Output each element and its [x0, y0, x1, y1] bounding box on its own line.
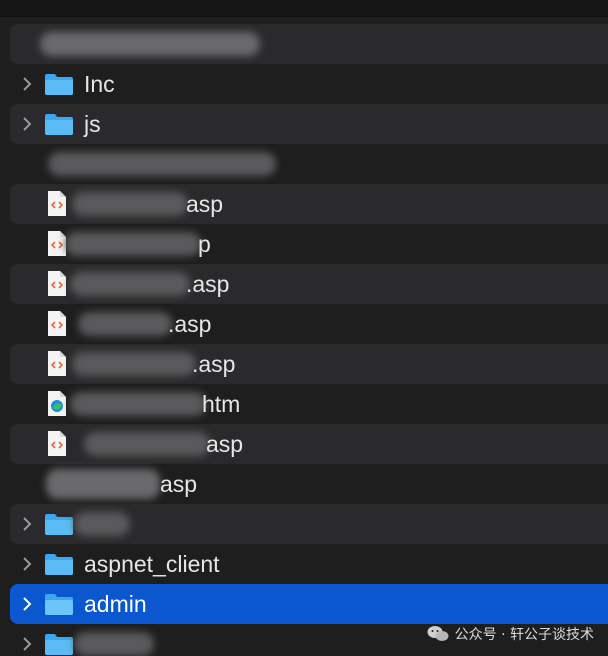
folder-icon	[45, 114, 73, 135]
redacted-name	[65, 232, 201, 256]
chevron-right-icon[interactable]	[20, 556, 34, 572]
file-row[interactable]: htm	[10, 384, 608, 424]
folder-icon	[45, 594, 73, 615]
redacted-name	[84, 432, 210, 456]
folder-row-aspnet-client[interactable]: aspnet_client	[10, 544, 608, 584]
folder-icon	[45, 634, 73, 655]
list-item[interactable]	[10, 24, 608, 64]
file-extension: p	[198, 231, 211, 257]
file-row[interactable]: .asp	[10, 344, 608, 384]
redacted-name	[74, 632, 154, 656]
browser-file-icon	[48, 391, 66, 416]
file-row[interactable]: asp	[10, 464, 608, 504]
folder-row-js[interactable]: js	[10, 104, 608, 144]
redacted-name	[70, 272, 190, 296]
file-row[interactable]: p	[10, 224, 608, 264]
folder-label: Inc	[84, 71, 115, 97]
code-file-icon	[48, 311, 66, 336]
file-extension: asp	[186, 191, 224, 217]
code-file-icon	[48, 351, 66, 376]
wechat-icon	[427, 626, 449, 641]
folder-icon	[45, 74, 73, 95]
code-file-icon	[48, 191, 66, 216]
redacted-name	[74, 512, 130, 536]
folder-label: js	[84, 111, 101, 137]
file-extension: asp	[160, 471, 198, 497]
file-list[interactable]: Inc js asp p .asp .asp .asp htm asp asp …	[0, 24, 608, 656]
file-extension: .asp	[168, 311, 212, 337]
title-bar	[0, 0, 608, 17]
redacted-name	[78, 312, 172, 336]
chevron-right-icon[interactable]	[20, 596, 34, 612]
code-file-icon	[48, 231, 66, 256]
file-row[interactable]: asp	[10, 184, 608, 224]
file-row[interactable]: .asp	[10, 264, 608, 304]
redacted-name	[46, 469, 160, 499]
code-file-icon	[48, 431, 66, 456]
folder-row-admin[interactable]: admin	[10, 584, 608, 624]
code-file-icon	[48, 271, 66, 296]
watermark: 公众号 · 轩公子谈技术	[427, 624, 594, 644]
watermark-text: 公众号 · 轩公子谈技术	[454, 627, 594, 643]
file-extension: .asp	[192, 351, 236, 377]
folder-label: admin	[84, 591, 147, 617]
chevron-right-icon[interactable]	[20, 116, 34, 132]
folder-icon	[45, 514, 73, 535]
finder-window: Inc js asp p .asp .asp .asp htm asp asp …	[0, 0, 608, 656]
list-item[interactable]	[10, 144, 608, 184]
redacted-name	[48, 152, 276, 176]
file-row[interactable]: .asp	[10, 304, 608, 344]
redacted-name	[40, 32, 260, 56]
folder-row[interactable]	[10, 504, 608, 544]
folder-label: aspnet_client	[84, 551, 220, 577]
chevron-right-icon[interactable]	[20, 76, 34, 92]
folder-row-inc[interactable]: Inc	[10, 64, 608, 104]
chevron-right-icon[interactable]	[20, 636, 34, 652]
redacted-name	[72, 192, 188, 216]
redacted-name	[72, 352, 196, 376]
chevron-right-icon[interactable]	[20, 516, 34, 532]
file-extension: htm	[202, 391, 241, 417]
folder-icon	[45, 554, 73, 575]
file-extension: .asp	[186, 271, 230, 297]
file-extension: asp	[206, 431, 244, 457]
file-row[interactable]: asp	[10, 424, 608, 464]
redacted-name	[70, 392, 206, 416]
